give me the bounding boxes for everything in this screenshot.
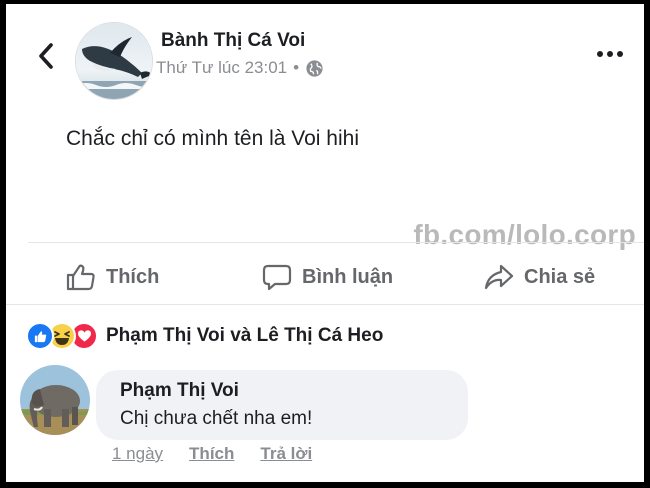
comment-timestamp[interactable]: 1 ngày bbox=[112, 444, 163, 464]
thumbs-up-icon bbox=[66, 264, 95, 291]
like-button-label: Thích bbox=[106, 265, 160, 288]
more-options-button[interactable] bbox=[590, 40, 630, 68]
post-header: Bành Thị Cá Voi Thứ Tư lúc 23:01 • bbox=[6, 4, 644, 114]
share-arrow-icon bbox=[484, 264, 514, 290]
post-screen: Bành Thị Cá Voi Thứ Tư lúc 23:01 • Chắc … bbox=[6, 4, 644, 482]
comment-bubble: Phạm Thị Voi Chị chưa chết nha em! bbox=[96, 370, 468, 440]
commenter-avatar[interactable] bbox=[20, 365, 90, 435]
comment-actions: 1 ngày Thích Trả lời bbox=[112, 444, 312, 464]
post-action-bar: Thích Bình luận Chia sẻ bbox=[6, 249, 644, 305]
post-author-name[interactable]: Bành Thị Cá Voi bbox=[161, 30, 305, 52]
globe-icon[interactable] bbox=[305, 59, 324, 78]
like-reaction-icon bbox=[26, 322, 54, 350]
comment-author-name[interactable]: Phạm Thị Voi bbox=[120, 380, 239, 402]
divider bbox=[28, 242, 644, 243]
more-dot-icon bbox=[597, 51, 603, 57]
comment-reply-button[interactable]: Trả lời bbox=[260, 444, 312, 464]
comment-text: Chị chưa chết nha em! bbox=[120, 408, 313, 429]
post-body-text: Chắc chỉ có mình tên là Voi hihi bbox=[66, 127, 359, 150]
watermark-text: fb.com/lolo.corp bbox=[413, 219, 636, 250]
more-dot-icon bbox=[617, 51, 623, 57]
elephant-avatar-image bbox=[20, 365, 90, 435]
post-meta: Thứ Tư lúc 23:01 • bbox=[156, 58, 324, 78]
speech-bubble-icon bbox=[262, 264, 292, 291]
whale-avatar-image bbox=[76, 23, 152, 99]
author-avatar[interactable] bbox=[75, 22, 153, 100]
post-timestamp[interactable]: Thứ Tư lúc 23:01 bbox=[156, 58, 287, 78]
more-dot-icon bbox=[607, 51, 613, 57]
reaction-icons bbox=[26, 322, 98, 350]
share-button[interactable]: Chia sẻ bbox=[484, 257, 595, 297]
reactors-names: Phạm Thị Voi và Lê Thị Cá Heo bbox=[106, 325, 384, 346]
share-button-label: Chia sẻ bbox=[524, 265, 596, 288]
comment-like-button[interactable]: Thích bbox=[189, 444, 234, 464]
meta-separator: • bbox=[293, 58, 300, 77]
divider bbox=[6, 304, 644, 305]
like-button[interactable]: Thích bbox=[66, 257, 159, 297]
reactions-summary[interactable]: Phạm Thị Voi và Lê Thị Cá Heo bbox=[26, 322, 383, 350]
comment-button[interactable]: Bình luận bbox=[262, 257, 393, 297]
comment-button-label: Bình luận bbox=[302, 265, 394, 288]
back-button[interactable] bbox=[34, 40, 58, 72]
chevron-left-icon bbox=[39, 43, 53, 69]
